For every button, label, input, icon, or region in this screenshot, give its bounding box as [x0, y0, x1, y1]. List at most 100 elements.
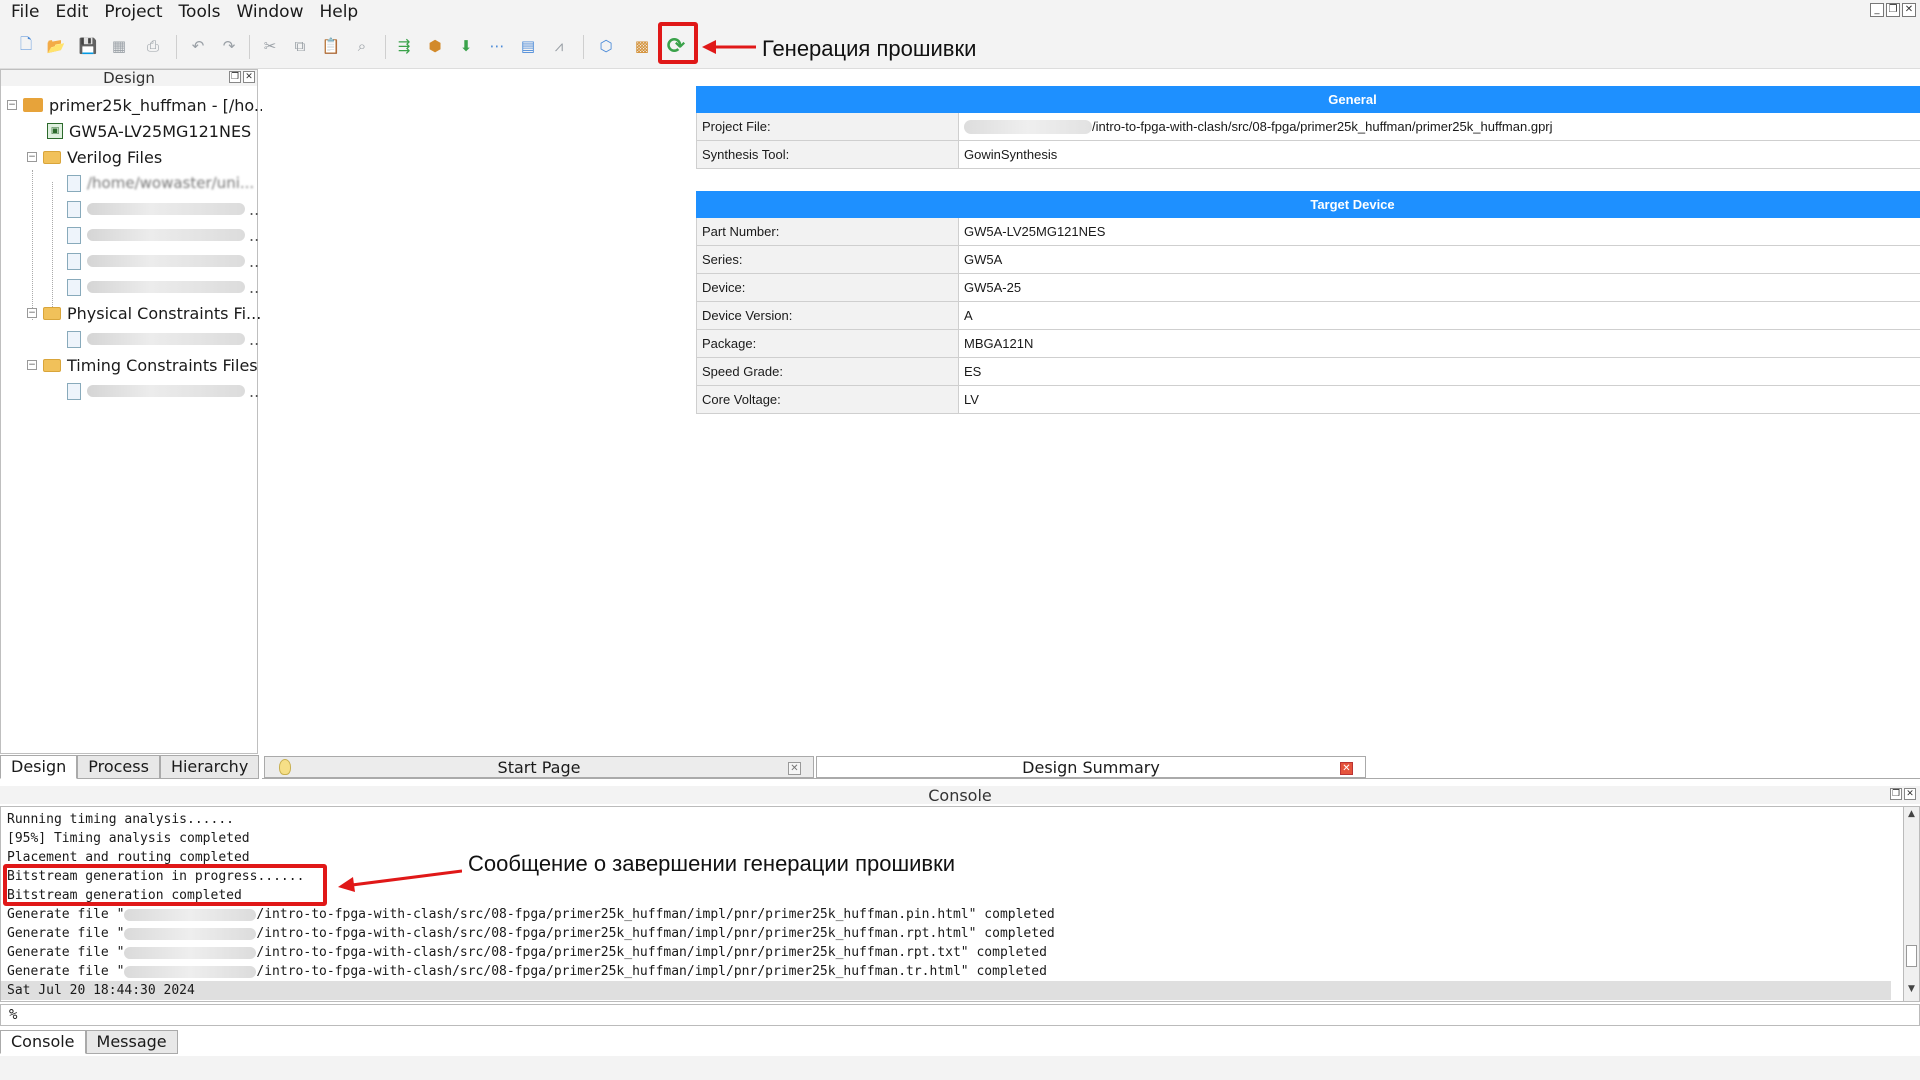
menubar: File Edit Project Tools Window Help	[0, 0, 1920, 25]
chip-icon: ▣	[47, 123, 63, 139]
blurred-path	[87, 333, 245, 345]
menu-project[interactable]: Project	[96, 0, 170, 25]
close-tab-icon[interactable]: ✕	[1340, 762, 1353, 775]
menu-edit[interactable]: Edit	[47, 0, 96, 25]
menu-window[interactable]: Window	[228, 0, 311, 25]
lightbulb-icon	[279, 759, 291, 775]
run-place-route-icon[interactable]: ⬢	[423, 34, 447, 58]
tab-console[interactable]: Console	[0, 1030, 86, 1054]
tree-file[interactable]: ..	[67, 224, 259, 246]
file-icon	[67, 226, 81, 244]
tab-process[interactable]: Process	[77, 755, 160, 779]
new-file-icon[interactable]: 🗋	[14, 34, 38, 58]
console-tabs: Console Message	[0, 1030, 178, 1054]
flow-icon[interactable]: ▩	[630, 34, 654, 58]
close-tab-icon[interactable]: ✕	[788, 762, 801, 775]
collapse-icon[interactable]: −	[27, 360, 37, 370]
gen-file: /intro-to-fpga-with-clash/src/08-fpga/pr…	[256, 964, 1047, 979]
collapse-icon[interactable]: −	[27, 152, 37, 162]
float-icon[interactable]: ❐	[229, 71, 241, 83]
close-icon[interactable]: ✕	[1904, 788, 1916, 800]
save-icon[interactable]: 💾	[76, 34, 100, 58]
close-icon[interactable]: ✕	[1902, 3, 1916, 17]
row-label: Device Version:	[696, 301, 959, 330]
row-value: MBGA121N	[958, 329, 1920, 358]
print-icon[interactable]: ⎙	[141, 34, 165, 58]
console-line: Running timing analysis......	[7, 812, 234, 827]
menu-file[interactable]: File	[3, 0, 47, 25]
tree-project[interactable]: − primer25k_huffman - [/ho...	[7, 94, 269, 116]
tree-file[interactable]: ..	[67, 328, 259, 350]
status-bar	[0, 1056, 1920, 1080]
row-label: Package:	[696, 329, 959, 358]
collapse-icon[interactable]: −	[7, 100, 17, 110]
row-value: ES	[958, 357, 1920, 386]
device-name: GW5A-LV25MG121NES	[69, 121, 252, 141]
run-synthesis-icon[interactable]: ⇶	[392, 34, 416, 58]
project-icon	[23, 98, 43, 112]
timing-analyzer-icon[interactable]: ▤	[516, 34, 540, 58]
tree-file[interactable]: /home/wowaster/uni...	[67, 172, 254, 194]
save-all-icon[interactable]: ▦	[107, 34, 131, 58]
restore-icon[interactable]: ❐	[1886, 3, 1900, 17]
general-table: General Project File: /intro-to-fpga-wit…	[696, 86, 1920, 169]
tab-message[interactable]: Message	[85, 1030, 178, 1054]
target-device-table: Target Device Part Number: GW5A-LV25MG121…	[696, 191, 1920, 414]
menu-help[interactable]: Help	[311, 0, 366, 25]
toolbar-separator	[583, 35, 584, 59]
program-device-icon[interactable]: ⬇	[454, 34, 478, 58]
tree-device[interactable]: ▣ GW5A-LV25MG121NES	[47, 120, 251, 142]
tab-design-summary[interactable]: Design Summary ✕	[816, 756, 1366, 778]
file-icon	[67, 200, 81, 218]
ip-core-icon[interactable]: ⬡	[594, 34, 618, 58]
gen-prefix: Generate file "	[7, 945, 125, 960]
gen-prefix: Generate file "	[7, 907, 125, 922]
cut-icon[interactable]: ✂	[258, 34, 282, 58]
file-icon	[67, 382, 81, 400]
find-icon[interactable]: ⌕	[350, 34, 374, 58]
open-folder-icon[interactable]: 📂	[44, 34, 68, 58]
annotation-arrow	[338, 869, 462, 892]
tree-physical-folder[interactable]: − Physical Constraints Fi...	[27, 302, 261, 324]
row-value: A	[958, 301, 1920, 330]
undo-icon[interactable]: ↶	[186, 34, 210, 58]
tree-file[interactable]: ..	[67, 198, 259, 220]
project-file-path: /intro-to-fpga-with-clash/src/08-fpga/pr…	[1092, 118, 1553, 134]
tree-file[interactable]: ..	[67, 380, 259, 402]
table-row: Device: GW5A-25	[696, 273, 1920, 302]
row-label: Core Voltage:	[696, 385, 959, 414]
toolbar-separator	[249, 35, 250, 59]
collapse-icon[interactable]: −	[27, 308, 37, 318]
menu-tools[interactable]: Tools	[171, 0, 229, 25]
tree-timing-folder[interactable]: − Timing Constraints Files	[27, 354, 258, 376]
tab-hierarchy[interactable]: Hierarchy	[159, 755, 260, 779]
console-line: Generate file " /intro-to-fpga-with-clash…	[7, 962, 1897, 981]
bitstream-button-highlight	[658, 22, 698, 64]
timing-folder-label: Timing Constraints Files	[67, 355, 258, 375]
scroll-thumb[interactable]	[1906, 945, 1917, 967]
row-label: Synthesis Tool:	[696, 140, 959, 169]
tab-design[interactable]: Design	[0, 755, 78, 779]
scroll-down-icon[interactable]: ▼	[1905, 983, 1918, 996]
minimize-icon[interactable]: _	[1870, 3, 1884, 17]
tree-file[interactable]: ..	[67, 276, 259, 298]
tree-file[interactable]: ..	[67, 250, 259, 272]
redo-icon[interactable]: ↷	[217, 34, 241, 58]
close-icon[interactable]: ✕	[243, 71, 255, 83]
gen-file: /intro-to-fpga-with-clash/src/08-fpga/pr…	[256, 945, 1047, 960]
copy-icon[interactable]: ⧉	[288, 34, 312, 58]
verilog-folder-label: Verilog Files	[67, 147, 163, 167]
floorplanner-icon[interactable]: ⋯	[485, 34, 509, 58]
scroll-up-icon[interactable]: ▲	[1905, 808, 1918, 821]
table-row: Package: MBGA121N	[696, 329, 1920, 358]
console-scrollbar[interactable]: ▲ ▼	[1903, 806, 1920, 1002]
tree-verilog-folder[interactable]: − Verilog Files	[27, 146, 162, 168]
float-icon[interactable]: ❐	[1890, 788, 1902, 800]
console-prompt: %	[9, 1007, 18, 1023]
tab-start-page[interactable]: Start Page ✕	[264, 756, 814, 778]
console-input[interactable]: %	[0, 1004, 1920, 1026]
power-analyzer-icon[interactable]: ⩘	[547, 34, 571, 58]
paste-icon[interactable]: 📋	[319, 34, 343, 58]
design-summary-view: General Project File: /intro-to-fpga-wit…	[262, 69, 1920, 754]
console-line: Generate file " /intro-to-fpga-with-clash…	[7, 924, 1897, 943]
